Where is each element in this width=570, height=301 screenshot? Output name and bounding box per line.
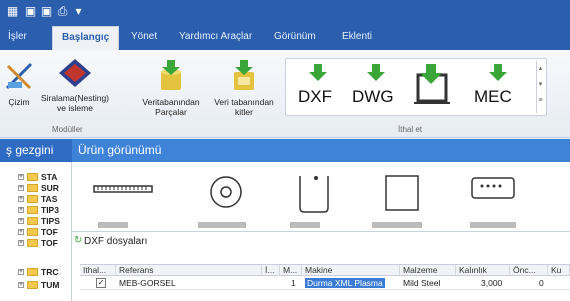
refresh-icon[interactable]: ↻ <box>74 235 82 246</box>
dwg-button[interactable]: DWG <box>350 63 402 113</box>
green-down-arrow-icon <box>489 64 507 81</box>
table-row[interactable]: ✓ MEB-GORSEL 1 Durma XML Plasma Mild Ste… <box>80 277 570 290</box>
green-down-arrow-icon <box>367 64 385 81</box>
expand-icon[interactable]: + <box>18 174 24 180</box>
folder-icon <box>27 195 38 203</box>
job-explorer-tree: + STA + SUR + TAS + TIP3 + TIPS + TOF + TOF + TR… <box>0 162 72 301</box>
column-referans[interactable]: Referans <box>116 265 262 276</box>
part-caption-blur <box>470 222 516 228</box>
database-kits-icon <box>234 60 254 90</box>
column-onc[interactable]: Önc... <box>510 265 548 276</box>
nesting-icon <box>59 59 91 87</box>
folder-icon <box>27 206 38 214</box>
app-icon[interactable]: ▦ <box>6 5 19 18</box>
part-thumbnail-square[interactable] <box>382 172 422 216</box>
part-caption-blur <box>198 222 246 228</box>
folder-icon <box>27 217 38 225</box>
quick-access-dropdown-icon[interactable]: ▾ <box>72 5 85 18</box>
folder-icon <box>27 239 38 247</box>
part-thumbnail-bracket[interactable] <box>294 172 334 218</box>
expand-icon[interactable]: + <box>18 229 24 235</box>
shape-import-button[interactable] <box>412 63 458 113</box>
group-label-moduller: Modüller <box>52 125 83 134</box>
veritabanindan-parcalar-button[interactable]: Veritabanından Parçalar <box>136 58 206 117</box>
cell-makine[interactable]: Durma XML Plasma <box>302 277 385 289</box>
dxf-files-panel: ↻ DXF dosyaları Ithal... Referans İ... M… <box>72 231 570 301</box>
cell-kalinlik: 3,000 <box>481 278 503 288</box>
menu-gorunum[interactable]: Görünüm <box>274 31 316 42</box>
column-ithal[interactable]: Ithal... <box>80 265 116 276</box>
menu-yonet[interactable]: Yönet <box>131 31 157 42</box>
tab-is-gezgini[interactable]: ş gezgini <box>0 139 59 162</box>
tab-urun-gorunumu[interactable]: Ürün görünümü <box>72 139 570 162</box>
column-makine[interactable]: Makine <box>302 265 400 276</box>
group-label-ithal-et: İthal et <box>398 125 423 134</box>
column-malzeme[interactable]: Malzeme <box>400 265 456 276</box>
expand-icon[interactable]: + <box>18 282 24 288</box>
grid-header: Ithal... Referans İ... M... Makine Malze… <box>80 264 570 276</box>
part-caption-blur <box>290 222 320 228</box>
makine-selected-value: Durma XML Plasma <box>305 278 385 288</box>
menu-isler[interactable]: İşler <box>8 31 27 42</box>
veri-tabanindan-kitler-button[interactable]: Veri tabanından kitler <box>206 58 282 117</box>
product-view <box>72 162 570 231</box>
column-kalinlik[interactable]: Kalınlık <box>456 265 510 276</box>
drawing-icon <box>5 62 33 90</box>
expand-icon[interactable]: + <box>18 196 24 202</box>
mec-button[interactable]: MEC <box>472 63 518 113</box>
cell-m: 1 <box>291 278 296 288</box>
column-m[interactable]: M... <box>280 265 302 276</box>
column-i[interactable]: İ... <box>262 265 280 276</box>
shape-import-icon <box>414 64 450 104</box>
menu-eklenti[interactable]: Eklenti <box>342 31 372 42</box>
cell-malzeme: Mild Steel <box>403 278 441 288</box>
save-icon[interactable]: ▣ <box>24 5 37 18</box>
folder-icon <box>27 281 38 289</box>
menu-baslangic[interactable]: Başlangıç <box>52 26 120 50</box>
folder-icon <box>27 228 38 236</box>
import-checkbox[interactable]: ✓ <box>96 278 106 288</box>
expand-icon[interactable]: + <box>18 218 24 224</box>
folder-icon <box>27 184 38 192</box>
cell-referans: MEB-GORSEL <box>119 278 176 288</box>
part-thumbnail-plate[interactable] <box>468 172 518 202</box>
expand-icon[interactable]: + <box>18 207 24 213</box>
cizim-button[interactable]: Çizim <box>2 58 36 107</box>
siralama-button[interactable]: Siralama(Nesting) ve isleme <box>38 58 112 113</box>
part-caption-blur <box>98 222 128 228</box>
expand-icon[interactable]: + <box>18 269 24 275</box>
dxf-button[interactable]: DXF <box>296 63 340 113</box>
panel-title: DXF dosyaları <box>84 236 148 247</box>
part-caption-blur <box>372 222 422 228</box>
save-all-icon[interactable]: ▣ <box>40 5 53 18</box>
folder-icon <box>27 173 38 181</box>
part-thumbnail-ruler[interactable] <box>92 172 162 202</box>
import-group: DXF DWG MEC ▴ ▾ ≡ <box>285 58 547 116</box>
menu-bar: İşler Başlangıç Yönet Yardımcı Araçlar G… <box>0 26 570 50</box>
part-thumbnail-ring[interactable] <box>206 172 246 212</box>
expand-icon[interactable]: + <box>18 185 24 191</box>
group-scroll[interactable]: ▴ ▾ ≡ <box>536 61 544 113</box>
folder-icon <box>27 268 38 276</box>
menu-yardimci-araclar[interactable]: Yardımcı Araçlar <box>179 31 252 42</box>
print-icon[interactable]: ⎙ <box>56 5 69 18</box>
cell-onc: 0 <box>539 278 544 288</box>
view-tabs: ş gezgini Ürün görünümü <box>0 139 570 162</box>
database-import-icon <box>161 60 181 90</box>
column-ku[interactable]: Ku <box>548 265 570 276</box>
green-down-arrow-icon <box>309 64 327 81</box>
title-bar: ▦ ▣ ▣ ⎙ ▾ <box>0 0 570 26</box>
expand-icon[interactable]: + <box>18 240 24 246</box>
